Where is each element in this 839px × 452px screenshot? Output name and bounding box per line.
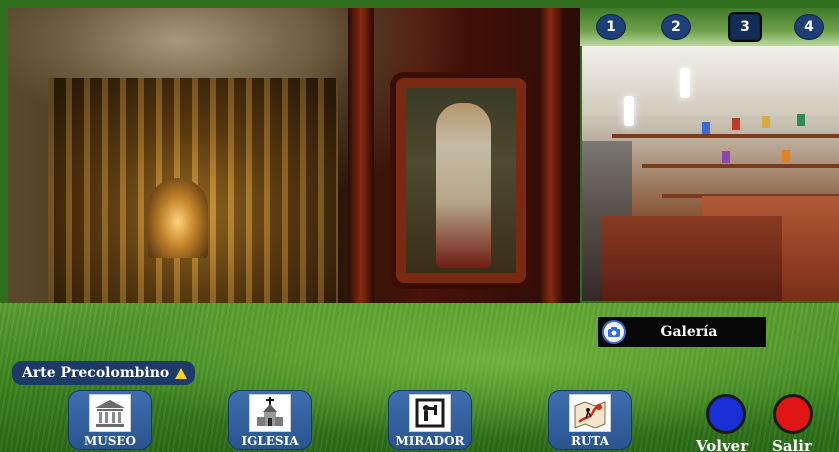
exit-label: Salir <box>772 437 812 452</box>
gallery-button[interactable]: Galería <box>598 317 766 347</box>
viewpoint-icon <box>409 394 451 432</box>
museo-label: MUSEO <box>83 434 136 448</box>
church-interior-photo <box>8 8 580 303</box>
display-counter <box>602 216 782 301</box>
iglesia-button[interactable]: IGLESIA <box>228 390 312 450</box>
iglesia-label: IGLESIA <box>241 434 299 448</box>
shelf <box>642 164 839 168</box>
shop-item <box>782 150 790 162</box>
exit-button[interactable] <box>773 394 813 434</box>
saint-painting <box>436 103 491 268</box>
route-map-icon <box>569 394 611 432</box>
back-button[interactable] <box>706 394 746 434</box>
tab-3[interactable]: 3 <box>728 12 762 42</box>
red-column <box>538 8 564 303</box>
tab-4[interactable]: 4 <box>794 14 824 40</box>
shop-item <box>702 122 710 134</box>
shop-item <box>732 118 740 130</box>
museo-button[interactable]: MUSEO <box>68 390 152 450</box>
shop-item <box>797 114 805 126</box>
shop-ceiling <box>582 46 839 116</box>
tab-1[interactable]: 1 <box>596 14 626 40</box>
view-tab-strip: 1 2 3 4 <box>580 8 839 46</box>
shelf <box>612 134 839 138</box>
mirador-button[interactable]: MIRADOR <box>388 390 472 450</box>
back-label: Volver <box>696 437 749 452</box>
altar-niche <box>148 178 208 258</box>
gallery-label: Galería <box>660 324 718 340</box>
ruta-label: RUTA <box>570 434 610 448</box>
mirador-label: MIRADOR <box>395 434 465 448</box>
ruta-button[interactable]: RUTA <box>548 390 632 450</box>
red-column <box>348 8 374 303</box>
shop-item <box>722 151 730 163</box>
ceiling-lamp <box>624 96 634 126</box>
section-label[interactable]: Arte Precolombino <box>12 361 196 385</box>
triangle-icon <box>175 367 188 379</box>
section-title: Arte Precolombino <box>22 365 170 381</box>
tab-2[interactable]: 2 <box>661 14 691 40</box>
shop-item <box>762 116 770 128</box>
museum-icon <box>89 394 131 432</box>
camera-icon <box>602 320 626 344</box>
ceiling-lamp <box>680 68 690 98</box>
church-icon <box>249 394 291 432</box>
gallery-shop-photo[interactable] <box>582 46 839 301</box>
app-window: 1 2 3 4 Galería Arte Precolombino MUSEO … <box>0 0 839 452</box>
